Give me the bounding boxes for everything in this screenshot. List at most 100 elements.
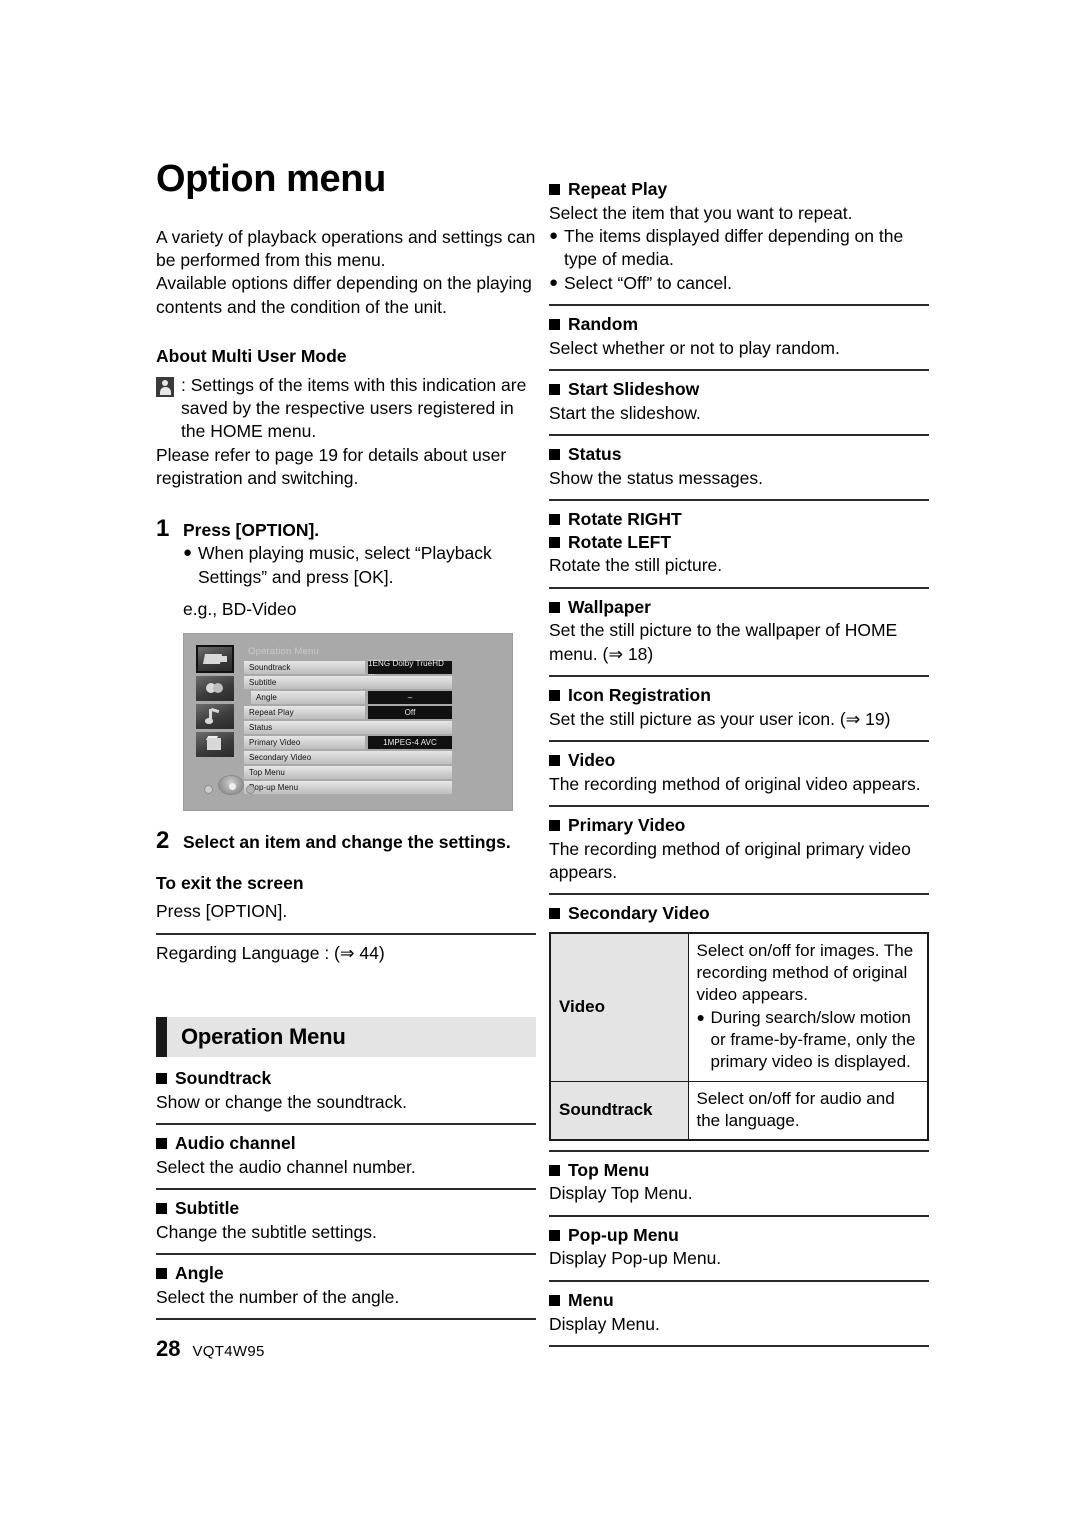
square-bullet-icon [549,1224,568,1247]
tv-menu-row[interactable]: Secondary Video [244,751,452,765]
band-accent-bar [156,1016,167,1057]
divider [549,433,929,436]
tv-menu-row[interactable]: Subtitle [244,676,452,690]
entry-title: Audio channel [175,1132,296,1153]
divider [156,1187,536,1190]
tv-row-label: Pop-up Menu [244,781,452,795]
video-icon[interactable] [196,645,234,674]
divider [549,498,929,501]
example-label: e.g., BD-Video [183,598,297,619]
entry-title: Video [568,749,616,770]
tv-menu-row[interactable]: Soundtrack 1ENG Dolby TrueHD ... [244,659,452,677]
operation-menu-title: Operation Menu [181,1023,346,1049]
page-number: 28 [156,1336,181,1361]
entry-title: Random [568,313,638,334]
multi-user-note: : Settings of the items with this indica… [156,374,536,444]
document-code: VQT4W95 [192,1343,265,1360]
square-bullet-icon [156,1262,175,1285]
tv-menu-title: Operation Menu [248,646,319,658]
intro-paragraph-2: Available options differ depending on th… [156,273,532,317]
step-1: 1 Press [OPTION]. [156,515,536,543]
square-bullet-icon [549,814,568,837]
entry-title: Soundtrack [175,1067,272,1088]
divider [549,893,929,896]
tv-menu-row[interactable]: Repeat Play Off [244,706,452,720]
right-column: Repeat Play Select the item that you wan… [549,178,929,1354]
entry-desc: Display Top Menu. [549,1183,693,1204]
tv-row-label: Angle [251,691,365,705]
table-row: Video Select on/off for images. The reco… [549,932,929,1082]
entry-title: Start Slideshow [568,378,700,399]
square-bullet-icon [156,1197,175,1220]
music-icon[interactable] [196,704,234,730]
tv-row-value: Off [368,706,452,720]
divider [549,1344,929,1347]
step-2-number: 2 [156,827,170,855]
step-1-number: 1 [156,515,170,543]
square-bullet-icon [549,1289,568,1312]
tv-row-label: Status [244,721,452,735]
square-bullet-icon [156,1067,175,1090]
entry-desc: Change the subtitle settings. [156,1221,377,1242]
multi-user-note-text-2: Please refer to page 19 for details abou… [156,444,507,488]
entry-title-2: Rotate LEFT [568,531,672,552]
tv-menu-list: Operation Menu Soundtrack 1ENG Dolby Tru… [244,645,452,796]
entry-desc: Set the still picture to the wallpaper o… [549,620,898,664]
tv-menu-row[interactable]: Primary Video 1MPEG-4 AVC [244,736,452,750]
entry-desc: The recording method of original primary… [549,838,911,882]
tv-menu-row[interactable]: Status [244,721,452,735]
entry-desc: Select the number of the angle. [156,1286,400,1307]
operation-menu-entry: Soundtrack Show or change the soundtrack… [156,1067,536,1114]
tv-row-value: – [368,691,452,705]
option-entry-status: Status Show the status messages. [549,443,929,490]
square-bullet-icon [549,313,568,336]
table-row-label: Video [549,932,689,1082]
tv-menu-row[interactable]: Top Menu [244,766,452,780]
operation-menu-entry: Subtitle Change the subtitle settings. [156,1197,536,1244]
option-entry-repeat-play: Repeat Play Select the item that you wan… [549,178,929,295]
left-column: Option menu A variety of playback operat… [156,159,536,1327]
entry-desc: Select the item that you want to repeat. [549,202,853,223]
square-bullet-icon [549,596,568,619]
divider [549,1214,929,1217]
divider [549,1279,929,1282]
square-bullet-icon [549,178,568,201]
multi-user-heading: About Multi User Mode [156,345,347,366]
entry-desc: Set the still picture as your user icon.… [549,708,891,729]
entry-desc: Show or change the soundtrack. [156,1091,407,1112]
option-entry-secondary-video: Secondary Video [549,902,929,925]
divider [156,932,536,935]
table-row-label: Soundtrack [549,1080,689,1141]
dpad-icon [204,773,260,799]
square-bullet-icon [549,684,568,707]
step-1-body: ● When playing music, select “Playback S… [183,542,536,589]
divider [549,804,929,807]
entry-title: Wallpaper [568,596,651,617]
tv-row-label: Top Menu [244,766,452,780]
entry-title: Icon Registration [568,684,711,705]
entry-title: Status [568,443,622,464]
tv-row-label: Soundtrack [244,661,365,675]
entry-bullet-text: The items displayed differ depending on … [564,226,904,270]
bullet-dot-icon: ● [549,227,559,245]
entry-title: Angle [175,1262,224,1283]
page-footer: 28 VQT4W95 [156,1336,265,1362]
picture-icon[interactable] [196,732,234,758]
tv-menu-row[interactable]: Angle – [244,691,452,705]
option-entry-video: Video The recording method of original v… [549,749,929,796]
table-row-content: Select on/off for audio and the language… [687,1080,929,1141]
tv-menu-row[interactable]: Pop-up Menu [244,781,452,795]
entry-title: Repeat Play [568,179,668,199]
intro-paragraph-1: A variety of playback operations and set… [156,226,536,271]
tv-row-label: Secondary Video [244,751,452,765]
subtitle-icon[interactable] [196,676,234,702]
entry-desc: Display Menu. [549,1313,660,1334]
table-row-content: Select on/off for images. The recording … [687,932,929,1082]
divider [549,303,929,306]
option-entry-random: Random Select whether or not to play ran… [549,313,929,360]
tv-screenshot-figure: Operation Menu Soundtrack 1ENG Dolby Tru… [183,633,513,812]
entry-title: Secondary Video [568,903,710,924]
tv-row-label: Primary Video [244,736,365,750]
entry-bullet: ● The items displayed differ depending o… [549,225,929,272]
option-entry-top-menu: Top Menu Display Top Menu. [549,1159,929,1206]
